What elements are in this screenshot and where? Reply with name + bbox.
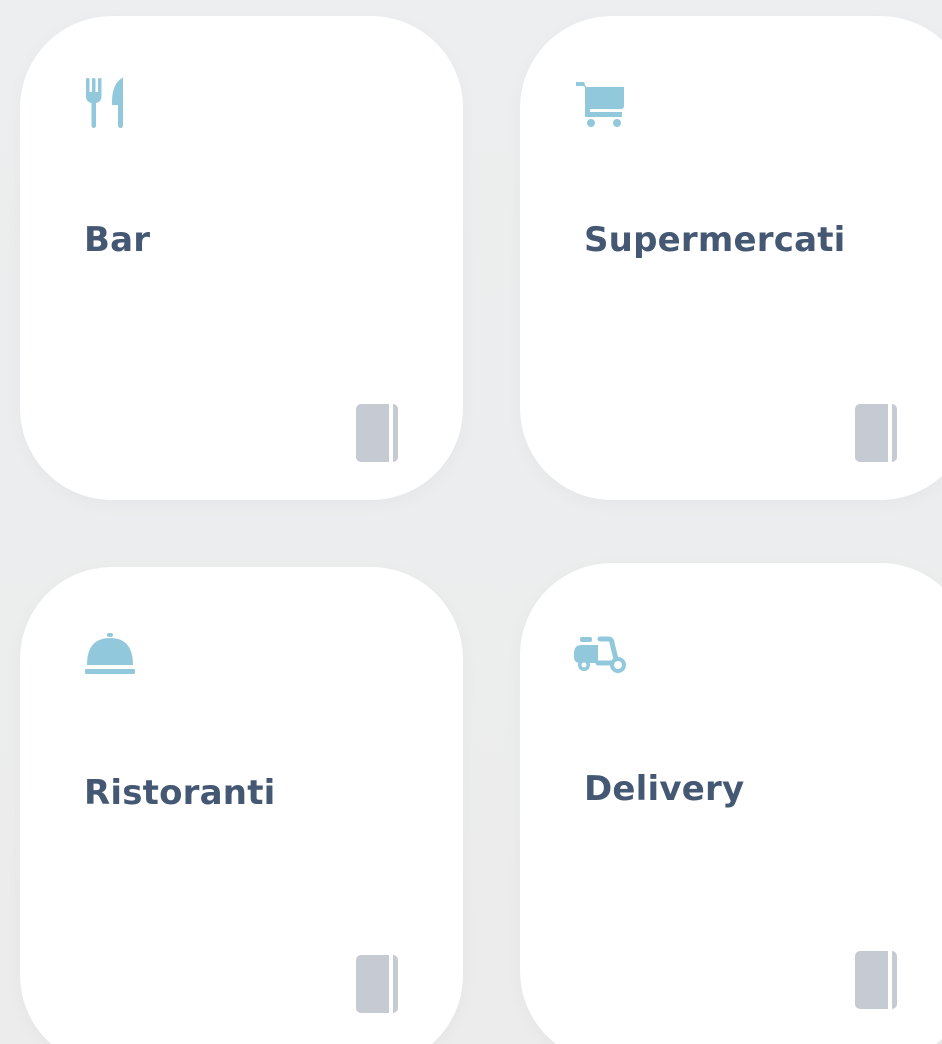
category-label-delivery: Delivery — [584, 769, 745, 809]
category-grid: Bar Supermercati Ristoranti Delivery — [0, 0, 942, 1044]
category-card-delivery[interactable]: Delivery — [520, 563, 942, 1044]
card-badge — [855, 404, 897, 462]
category-label-ristoranti: Ristoranti — [84, 773, 276, 813]
shopping-cart-icon — [576, 82, 624, 127]
scooter-icon — [574, 636, 626, 673]
card-badge — [855, 951, 897, 1009]
utensils-icon — [86, 77, 123, 128]
category-card-bar[interactable]: Bar — [20, 16, 463, 500]
category-card-ristoranti[interactable]: Ristoranti — [20, 567, 463, 1044]
category-label-supermercati: Supermercati — [584, 220, 846, 260]
category-card-supermercati[interactable]: Supermercati — [520, 16, 942, 500]
category-label-bar: Bar — [84, 220, 151, 260]
card-badge — [356, 955, 398, 1013]
food-cloche-icon — [85, 633, 135, 674]
card-badge — [356, 404, 398, 462]
